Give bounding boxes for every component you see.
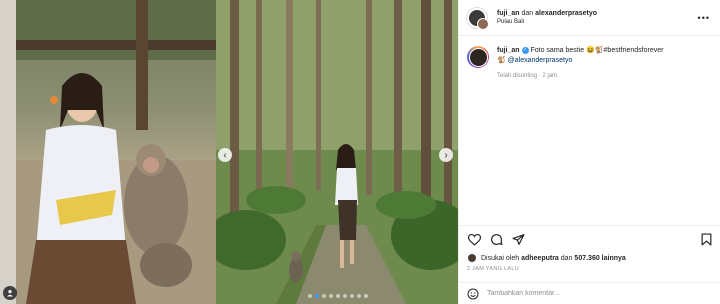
post-date[interactable]: 2 JAM YANG LALU	[467, 266, 519, 272]
bookmark-icon	[701, 233, 711, 246]
likes-user[interactable]: adheeputra	[521, 255, 559, 262]
carousel-dot	[329, 294, 333, 298]
likes-prefix: Disukai oleh	[481, 254, 520, 262]
carousel-dot-active	[315, 294, 319, 298]
carousel-next-button[interactable]: ›	[439, 148, 453, 162]
likes-count[interactable]: 507.360 lainnya	[574, 255, 625, 262]
caption-username[interactable]: fuji_an	[497, 47, 520, 54]
carousel-dot	[364, 294, 368, 298]
comment-bar	[459, 282, 720, 304]
action-bar	[459, 225, 720, 253]
previous-photo-illustration	[16, 0, 216, 304]
previous-photo	[16, 0, 216, 304]
avatar-secondary	[477, 17, 489, 30]
user-tag-icon[interactable]	[3, 286, 17, 300]
heart-icon	[467, 233, 481, 246]
liker-avatar[interactable]	[467, 253, 477, 263]
caption-edited-time: Telah disunting · 2 jam	[497, 73, 558, 79]
header-usernames: fuji_an dan alexanderprasetyo	[497, 10, 597, 17]
caption: fuji_an ✓ Foto sama bestie 😆🐒#bestfriend…	[459, 36, 720, 81]
carousel-dot	[336, 294, 340, 298]
likes-summary: Disukai oleh adheeputra dan 507.360 lain…	[467, 253, 626, 263]
caption-avatar[interactable]	[467, 46, 489, 68]
carousel-prev-button[interactable]: ‹	[218, 148, 232, 162]
header-user2[interactable]: alexanderprasetyo	[535, 10, 597, 17]
chevron-left-icon: ‹	[223, 149, 227, 161]
share-icon	[511, 234, 525, 245]
save-button[interactable]	[699, 233, 713, 247]
header-user1[interactable]: fuji_an	[497, 10, 520, 17]
caption-mention[interactable]: 🐒 @alexanderprasetyo	[497, 56, 663, 66]
comment-button[interactable]	[489, 233, 503, 247]
chevron-right-icon: ›	[444, 149, 448, 161]
background-strip	[0, 0, 16, 304]
share-button[interactable]	[511, 233, 525, 247]
avatar[interactable]	[467, 7, 489, 30]
comment-input[interactable]	[487, 290, 637, 297]
carousel-dot	[322, 294, 326, 298]
like-button[interactable]	[467, 233, 481, 247]
comment-icon	[490, 234, 503, 245]
caption-text: Foto sama bestie 😆🐒#bestfriendsforever	[530, 47, 664, 54]
carousel-dot	[357, 294, 361, 298]
likes-joiner: dan	[560, 254, 573, 262]
emoji-icon[interactable]	[467, 288, 479, 300]
location-link[interactable]: Pulau Bali	[497, 19, 597, 25]
header-text: fuji_an dan alexanderprasetyo Pulau Bali	[497, 10, 597, 25]
more-icon[interactable]: •••	[698, 13, 710, 23]
carousel-dot	[343, 294, 347, 298]
verified-badge-icon: ✓	[521, 46, 529, 54]
carousel-dots	[308, 294, 368, 298]
carousel-dot	[350, 294, 354, 298]
header-connector: dan	[521, 10, 534, 17]
post-panel: fuji_an dan alexanderprasetyo Pulau Bali…	[458, 0, 720, 304]
post-header: fuji_an dan alexanderprasetyo Pulau Bali…	[459, 0, 720, 36]
carousel-dot	[308, 294, 312, 298]
main-photo	[216, 0, 458, 304]
caption-body: fuji_an ✓ Foto sama bestie 😆🐒#bestfriend…	[497, 46, 663, 81]
main-photo-illustration	[216, 0, 458, 304]
